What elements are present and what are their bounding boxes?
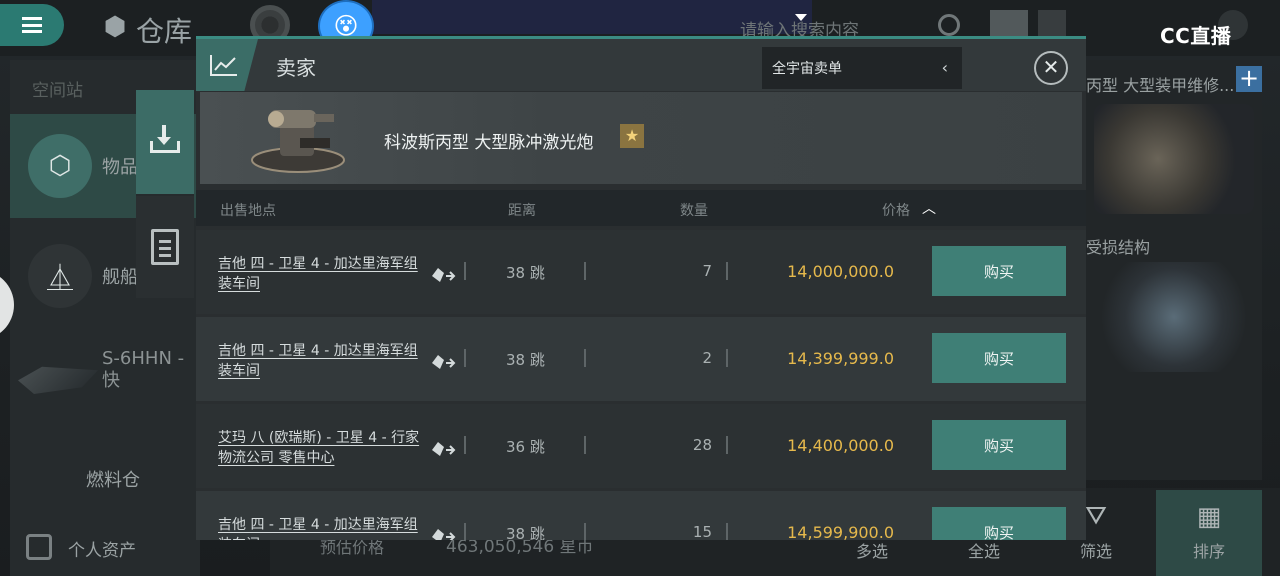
line-chart-icon <box>210 55 237 76</box>
cube-icon: ⬡ <box>28 134 92 198</box>
price-history-tab[interactable] <box>196 39 258 91</box>
price-value: 14,000,000.0 <box>787 262 894 281</box>
stream-logo: CC直播 <box>1160 24 1232 48</box>
column-header-location[interactable]: 出售地点 <box>220 200 276 220</box>
item-image <box>251 110 345 173</box>
column-divider <box>726 523 728 540</box>
sort-ascending-icon[interactable]: ︿ <box>922 198 936 218</box>
sellers-modal: 卖家 全宇宙卖单 ‹ ✕ 科波斯丙型 大型脉冲激光炮 ★ 出售地点 距离 数量 … <box>196 36 1086 540</box>
column-divider <box>584 523 586 540</box>
warehouse-cube-icon: ⬢ <box>103 12 127 42</box>
menu-icon <box>22 17 42 33</box>
column-header-distance[interactable]: 距离 <box>508 200 536 220</box>
table-row: 吉他 四 - 卫星 4 - 加达里海军组装车间 38 跳 7 14,000,00… <box>196 230 1086 314</box>
region-select-value: 全宇宙卖单 <box>772 61 842 77</box>
tab-buy-orders[interactable] <box>136 90 194 194</box>
close-button[interactable]: ✕ <box>1034 51 1068 85</box>
column-divider <box>464 262 466 280</box>
modal-accent-line <box>196 36 1086 39</box>
safe-icon <box>26 534 52 560</box>
price-value: 14,400,000.0 <box>787 436 894 455</box>
download-icon <box>150 125 180 159</box>
table-row: 艾玛 八 (欧瑞斯) - 卫星 4 - 行家物流公司 零售中心 36 跳 28 … <box>196 404 1086 488</box>
item-banner: 科波斯丙型 大型脉冲激光炮 ★ <box>200 92 1082 184</box>
column-header-price[interactable]: 价格 <box>882 200 910 220</box>
plus-icon[interactable]: + <box>1236 66 1262 92</box>
grid-item-image[interactable] <box>1094 262 1254 372</box>
warehouse-title: 仓库 <box>136 15 193 48</box>
sidebar-item-assets[interactable]: 个人资产 <box>68 536 136 561</box>
grid-item-title: 受损结构 <box>1086 238 1151 257</box>
grid-item-image[interactable] <box>1094 104 1254 214</box>
modal-header: 卖家 全宇宙卖单 ‹ ✕ <box>196 39 1086 91</box>
sell-location-link[interactable]: 吉他 四 - 卫星 4 - 加达里海军组装车间 <box>218 254 424 294</box>
modal-title: 卖家 <box>276 56 316 80</box>
route-icon[interactable] <box>430 264 458 286</box>
route-icon[interactable] <box>430 351 458 373</box>
column-divider <box>464 523 466 540</box>
column-divider <box>464 349 466 367</box>
chevron-left-icon: ‹ <box>941 58 948 77</box>
main-menu-button[interactable] <box>0 4 64 46</box>
table-row: 吉他 四 - 卫星 4 - 加达里海军组装车间 38 跳 2 14,399,99… <box>196 317 1086 401</box>
buy-button[interactable]: 购买 <box>932 246 1066 296</box>
sell-location-link[interactable]: 艾玛 八 (欧瑞斯) - 卫星 4 - 行家物流公司 零售中心 <box>218 428 424 468</box>
quantity-value: 28 <box>692 436 712 454</box>
star-icon: ★ <box>620 124 644 148</box>
distance-value: 36 跳 <box>506 438 545 456</box>
item-name: 科波斯丙型 大型脉冲激光炮 <box>384 133 594 153</box>
column-header-quantity[interactable]: 数量 <box>680 200 708 220</box>
clipboard-icon <box>151 229 179 265</box>
buy-button[interactable]: 购买 <box>932 420 1066 470</box>
sidebar-item-label: 物品 <box>102 157 138 178</box>
distance-value: 38 跳 <box>506 264 545 282</box>
quantity-value: 2 <box>702 349 712 367</box>
sidebar-item-fuel[interactable]: 燃料仓 <box>86 466 140 492</box>
column-divider <box>464 436 466 454</box>
region-select[interactable]: 全宇宙卖单 ‹ <box>762 47 962 89</box>
search-icon[interactable] <box>938 14 960 36</box>
buy-button[interactable]: 购买 <box>932 507 1066 540</box>
tab-order-list[interactable] <box>136 196 194 298</box>
distance-value: 38 跳 <box>506 525 545 540</box>
column-divider <box>584 436 586 454</box>
distance-value: 38 跳 <box>506 351 545 369</box>
column-divider <box>726 349 728 367</box>
column-divider <box>584 262 586 280</box>
sort-button[interactable]: ▦ 排序 <box>1156 490 1262 576</box>
sell-location-link[interactable]: 吉他 四 - 卫星 4 - 加达里海军组装车间 <box>218 515 424 540</box>
dropdown-caret-icon[interactable] <box>795 14 807 21</box>
quantity-value: 15 <box>692 523 712 540</box>
ship-icon: ⏅ <box>28 244 92 308</box>
sidebar-item-label: 舰船 <box>102 267 138 288</box>
column-divider <box>726 436 728 454</box>
sell-location-link[interactable]: 吉他 四 - 卫星 4 - 加达里海军组装车间 <box>218 341 424 381</box>
route-icon[interactable] <box>430 438 458 460</box>
ship-name: S-6HHN - 快 <box>102 348 185 391</box>
table-row: 吉他 四 - 卫星 4 - 加达里海军组装车间 38 跳 15 14,599,9… <box>196 491 1086 540</box>
grid-item-title: 丙型 大型装甲维修... <box>1086 76 1235 95</box>
column-divider <box>584 349 586 367</box>
filter-icon: ⛛ <box>1085 501 1107 531</box>
column-divider <box>726 262 728 280</box>
quantity-value: 7 <box>702 262 712 280</box>
price-value: 14,599,900.0 <box>787 523 894 540</box>
price-value: 14,399,999.0 <box>787 349 894 368</box>
table-header: 出售地点 距离 数量 价格 ︿ <box>196 190 1086 226</box>
buy-button[interactable]: 购买 <box>932 333 1066 383</box>
grid-icon: ▦ <box>1196 502 1222 532</box>
route-icon[interactable] <box>430 525 458 540</box>
